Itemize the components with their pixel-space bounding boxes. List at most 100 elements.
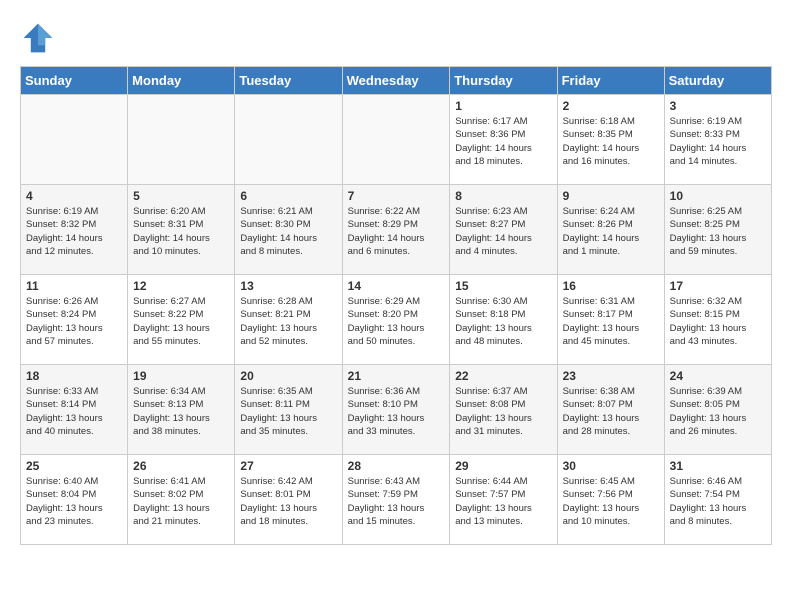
day-info: Sunrise: 6:25 AM Sunset: 8:25 PM Dayligh…	[670, 205, 766, 258]
calendar-header-sunday: Sunday	[21, 67, 128, 95]
day-number: 13	[240, 279, 336, 293]
day-info: Sunrise: 6:18 AM Sunset: 8:35 PM Dayligh…	[563, 115, 659, 168]
day-info: Sunrise: 6:46 AM Sunset: 7:54 PM Dayligh…	[670, 475, 766, 528]
calendar-cell: 10 Sunrise: 6:25 AM Sunset: 8:25 PM Dayli…	[664, 185, 771, 275]
day-number: 21	[348, 369, 445, 383]
day-number: 6	[240, 189, 336, 203]
calendar-cell: 20 Sunrise: 6:35 AM Sunset: 8:11 PM Dayli…	[235, 365, 342, 455]
day-number: 12	[133, 279, 229, 293]
day-number: 7	[348, 189, 445, 203]
day-number: 28	[348, 459, 445, 473]
day-number: 9	[563, 189, 659, 203]
calendar-cell: 22Sunrise: 6:37 AM Sunset: 8:08 PM Dayli…	[450, 365, 557, 455]
logo	[20, 20, 60, 56]
day-number: 17	[670, 279, 766, 293]
calendar-cell: 1 Sunrise: 6:17 AM Sunset: 8:36 PM Daylig…	[450, 95, 557, 185]
day-info: Sunrise: 6:19 AM Sunset: 8:33 PM Dayligh…	[670, 115, 766, 168]
day-info: Sunrise: 6:36 AM Sunset: 8:10 PM Dayligh…	[348, 385, 445, 438]
calendar-cell: 24 Sunrise: 6:39 AM Sunset: 8:05 PM Dayli…	[664, 365, 771, 455]
calendar-cell: 17 Sunrise: 6:32 AM Sunset: 8:15 PM Dayli…	[664, 275, 771, 365]
day-number: 3	[670, 99, 766, 113]
calendar-week-4: 18 Sunrise: 6:33 AM Sunset: 8:14 PM Dayli…	[21, 365, 772, 455]
calendar-cell: 14 Sunrise: 6:29 AM Sunset: 8:20 PM Dayli…	[342, 275, 450, 365]
calendar-cell: 8 Sunrise: 6:23 AM Sunset: 8:27 PM Daylig…	[450, 185, 557, 275]
day-number: 5	[133, 189, 229, 203]
day-number: 22	[455, 369, 551, 383]
calendar-header-thursday: Thursday	[450, 67, 557, 95]
day-info: Sunrise: 6:39 AM Sunset: 8:05 PM Dayligh…	[670, 385, 766, 438]
day-info: Sunrise: 6:31 AM Sunset: 8:17 PM Dayligh…	[563, 295, 659, 348]
calendar-cell: 28 Sunrise: 6:43 AM Sunset: 7:59 PM Dayli…	[342, 455, 450, 545]
day-info: Sunrise: 6:33 AM Sunset: 8:14 PM Dayligh…	[26, 385, 122, 438]
day-number: 24	[670, 369, 766, 383]
calendar-cell: 25 Sunrise: 6:40 AM Sunset: 8:04 PM Dayli…	[21, 455, 128, 545]
day-number: 27	[240, 459, 336, 473]
calendar-header-saturday: Saturday	[664, 67, 771, 95]
day-info: Sunrise: 6:23 AM Sunset: 8:27 PM Dayligh…	[455, 205, 551, 258]
day-info: Sunrise: 6:42 AM Sunset: 8:01 PM Dayligh…	[240, 475, 336, 528]
day-info: Sunrise: 6:17 AM Sunset: 8:36 PM Dayligh…	[455, 115, 551, 168]
day-number: 14	[348, 279, 445, 293]
day-info: Sunrise: 6:24 AM Sunset: 8:26 PM Dayligh…	[563, 205, 659, 258]
calendar-header-tuesday: Tuesday	[235, 67, 342, 95]
day-info: Sunrise: 6:38 AM Sunset: 8:07 PM Dayligh…	[563, 385, 659, 438]
day-number: 18	[26, 369, 122, 383]
day-number: 1	[455, 99, 551, 113]
calendar-header-row: SundayMondayTuesdayWednesdayThursdayFrid…	[21, 67, 772, 95]
day-number: 30	[563, 459, 659, 473]
day-info: Sunrise: 6:29 AM Sunset: 8:20 PM Dayligh…	[348, 295, 445, 348]
day-info: Sunrise: 6:28 AM Sunset: 8:21 PM Dayligh…	[240, 295, 336, 348]
day-info: Sunrise: 6:22 AM Sunset: 8:29 PM Dayligh…	[348, 205, 445, 258]
day-info: Sunrise: 6:21 AM Sunset: 8:30 PM Dayligh…	[240, 205, 336, 258]
day-number: 31	[670, 459, 766, 473]
day-info: Sunrise: 6:20 AM Sunset: 8:31 PM Dayligh…	[133, 205, 229, 258]
calendar-cell: 31 Sunrise: 6:46 AM Sunset: 7:54 PM Dayli…	[664, 455, 771, 545]
calendar-table: SundayMondayTuesdayWednesdayThursdayFrid…	[20, 66, 772, 545]
day-number: 2	[563, 99, 659, 113]
calendar-cell: 4Sunrise: 6:19 AM Sunset: 8:32 PM Daylig…	[21, 185, 128, 275]
day-number: 29	[455, 459, 551, 473]
day-info: Sunrise: 6:35 AM Sunset: 8:11 PM Dayligh…	[240, 385, 336, 438]
day-info: Sunrise: 6:43 AM Sunset: 7:59 PM Dayligh…	[348, 475, 445, 528]
calendar-week-3: 11 Sunrise: 6:26 AM Sunset: 8:24 PM Dayli…	[21, 275, 772, 365]
calendar-cell: 6 Sunrise: 6:21 AM Sunset: 8:30 PM Daylig…	[235, 185, 342, 275]
day-info: Sunrise: 6:32 AM Sunset: 8:15 PM Dayligh…	[670, 295, 766, 348]
calendar-cell: 9 Sunrise: 6:24 AM Sunset: 8:26 PM Daylig…	[557, 185, 664, 275]
day-info: Sunrise: 6:34 AM Sunset: 8:13 PM Dayligh…	[133, 385, 229, 438]
calendar-week-1: 1 Sunrise: 6:17 AM Sunset: 8:36 PM Daylig…	[21, 95, 772, 185]
calendar-cell: 18 Sunrise: 6:33 AM Sunset: 8:14 PM Dayli…	[21, 365, 128, 455]
calendar-cell: 16Sunrise: 6:31 AM Sunset: 8:17 PM Dayli…	[557, 275, 664, 365]
day-number: 20	[240, 369, 336, 383]
calendar-cell: 23Sunrise: 6:38 AM Sunset: 8:07 PM Dayli…	[557, 365, 664, 455]
calendar-cell: 12Sunrise: 6:27 AM Sunset: 8:22 PM Dayli…	[128, 275, 235, 365]
day-info: Sunrise: 6:45 AM Sunset: 7:56 PM Dayligh…	[563, 475, 659, 528]
calendar-cell: 15Sunrise: 6:30 AM Sunset: 8:18 PM Dayli…	[450, 275, 557, 365]
day-number: 11	[26, 279, 122, 293]
calendar-cell: 2 Sunrise: 6:18 AM Sunset: 8:35 PM Daylig…	[557, 95, 664, 185]
calendar-cell	[21, 95, 128, 185]
day-number: 10	[670, 189, 766, 203]
calendar-cell	[128, 95, 235, 185]
calendar-week-2: 4Sunrise: 6:19 AM Sunset: 8:32 PM Daylig…	[21, 185, 772, 275]
day-number: 8	[455, 189, 551, 203]
calendar-cell: 5 Sunrise: 6:20 AM Sunset: 8:31 PM Daylig…	[128, 185, 235, 275]
calendar-cell: 30 Sunrise: 6:45 AM Sunset: 7:56 PM Dayli…	[557, 455, 664, 545]
day-number: 25	[26, 459, 122, 473]
calendar-header-wednesday: Wednesday	[342, 67, 450, 95]
day-number: 4	[26, 189, 122, 203]
day-number: 19	[133, 369, 229, 383]
calendar-cell	[342, 95, 450, 185]
day-info: Sunrise: 6:41 AM Sunset: 8:02 PM Dayligh…	[133, 475, 229, 528]
calendar-cell: 3 Sunrise: 6:19 AM Sunset: 8:33 PM Daylig…	[664, 95, 771, 185]
day-number: 26	[133, 459, 229, 473]
day-info: Sunrise: 6:40 AM Sunset: 8:04 PM Dayligh…	[26, 475, 122, 528]
logo-icon	[20, 20, 56, 56]
calendar-header-monday: Monday	[128, 67, 235, 95]
day-number: 15	[455, 279, 551, 293]
calendar-cell: 21 Sunrise: 6:36 AM Sunset: 8:10 PM Dayli…	[342, 365, 450, 455]
calendar-cell: 7 Sunrise: 6:22 AM Sunset: 8:29 PM Daylig…	[342, 185, 450, 275]
page-header	[20, 20, 772, 56]
calendar-header-friday: Friday	[557, 67, 664, 95]
calendar-cell: 26 Sunrise: 6:41 AM Sunset: 8:02 PM Dayli…	[128, 455, 235, 545]
day-info: Sunrise: 6:26 AM Sunset: 8:24 PM Dayligh…	[26, 295, 122, 348]
